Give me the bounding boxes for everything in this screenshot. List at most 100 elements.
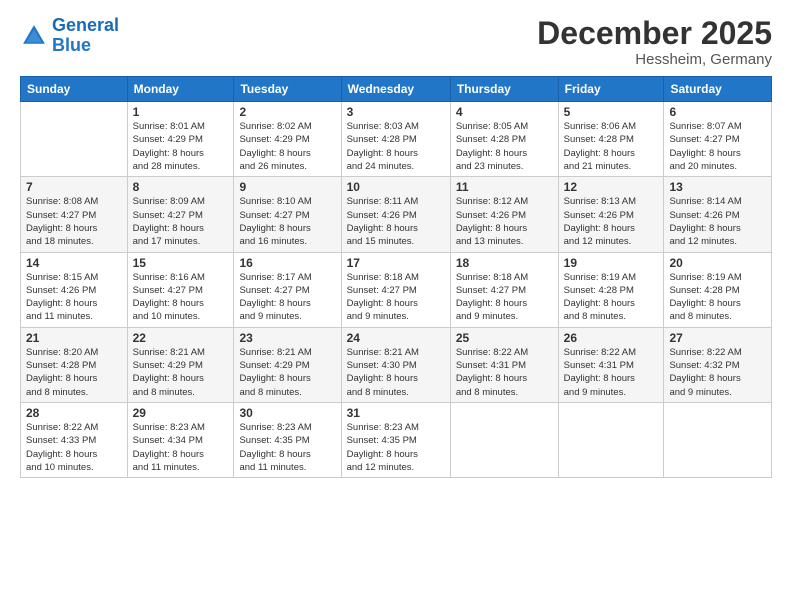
calendar-cell: 28Sunrise: 8:22 AM Sunset: 4:33 PM Dayli… [21, 402, 128, 477]
calendar-cell: 30Sunrise: 8:23 AM Sunset: 4:35 PM Dayli… [234, 402, 341, 477]
day-info: Sunrise: 8:18 AM Sunset: 4:27 PM Dayligh… [456, 271, 553, 324]
calendar-cell: 4Sunrise: 8:05 AM Sunset: 4:28 PM Daylig… [450, 102, 558, 177]
title-block: December 2025 Hessheim, Germany [537, 16, 772, 68]
day-info: Sunrise: 8:21 AM Sunset: 4:30 PM Dayligh… [347, 346, 445, 399]
day-info: Sunrise: 8:03 AM Sunset: 4:28 PM Dayligh… [347, 120, 445, 173]
page: General Blue December 2025 Hessheim, Ger… [0, 0, 792, 612]
logo-icon [20, 22, 48, 50]
day-number: 26 [564, 331, 659, 345]
calendar-week-4: 28Sunrise: 8:22 AM Sunset: 4:33 PM Dayli… [21, 402, 772, 477]
calendar-cell: 15Sunrise: 8:16 AM Sunset: 4:27 PM Dayli… [127, 252, 234, 327]
day-number: 30 [239, 406, 335, 420]
calendar-title: December 2025 [537, 16, 772, 51]
header-friday: Friday [558, 77, 664, 102]
calendar-cell: 14Sunrise: 8:15 AM Sunset: 4:26 PM Dayli… [21, 252, 128, 327]
day-number: 25 [456, 331, 553, 345]
calendar-cell [450, 402, 558, 477]
day-number: 1 [133, 105, 229, 119]
logo-text: General Blue [52, 16, 119, 56]
day-number: 3 [347, 105, 445, 119]
calendar-cell: 7Sunrise: 8:08 AM Sunset: 4:27 PM Daylig… [21, 177, 128, 252]
day-info: Sunrise: 8:21 AM Sunset: 4:29 PM Dayligh… [239, 346, 335, 399]
day-info: Sunrise: 8:08 AM Sunset: 4:27 PM Dayligh… [26, 195, 122, 248]
day-info: Sunrise: 8:22 AM Sunset: 4:31 PM Dayligh… [456, 346, 553, 399]
day-info: Sunrise: 8:05 AM Sunset: 4:28 PM Dayligh… [456, 120, 553, 173]
day-number: 19 [564, 256, 659, 270]
day-number: 13 [669, 180, 766, 194]
calendar-week-2: 14Sunrise: 8:15 AM Sunset: 4:26 PM Dayli… [21, 252, 772, 327]
calendar-cell [21, 102, 128, 177]
day-info: Sunrise: 8:15 AM Sunset: 4:26 PM Dayligh… [26, 271, 122, 324]
day-number: 9 [239, 180, 335, 194]
calendar-cell [664, 402, 772, 477]
calendar-week-3: 21Sunrise: 8:20 AM Sunset: 4:28 PM Dayli… [21, 327, 772, 402]
day-info: Sunrise: 8:02 AM Sunset: 4:29 PM Dayligh… [239, 120, 335, 173]
day-info: Sunrise: 8:20 AM Sunset: 4:28 PM Dayligh… [26, 346, 122, 399]
calendar-cell: 19Sunrise: 8:19 AM Sunset: 4:28 PM Dayli… [558, 252, 664, 327]
calendar-header-row: Sunday Monday Tuesday Wednesday Thursday… [21, 77, 772, 102]
calendar-cell: 5Sunrise: 8:06 AM Sunset: 4:28 PM Daylig… [558, 102, 664, 177]
day-number: 16 [239, 256, 335, 270]
day-number: 24 [347, 331, 445, 345]
logo-line1: General [52, 15, 119, 35]
calendar-cell: 18Sunrise: 8:18 AM Sunset: 4:27 PM Dayli… [450, 252, 558, 327]
day-info: Sunrise: 8:07 AM Sunset: 4:27 PM Dayligh… [669, 120, 766, 173]
day-number: 21 [26, 331, 122, 345]
day-number: 18 [456, 256, 553, 270]
day-number: 31 [347, 406, 445, 420]
calendar-cell: 6Sunrise: 8:07 AM Sunset: 4:27 PM Daylig… [664, 102, 772, 177]
day-number: 14 [26, 256, 122, 270]
calendar-cell: 17Sunrise: 8:18 AM Sunset: 4:27 PM Dayli… [341, 252, 450, 327]
calendar-cell: 29Sunrise: 8:23 AM Sunset: 4:34 PM Dayli… [127, 402, 234, 477]
calendar-cell: 13Sunrise: 8:14 AM Sunset: 4:26 PM Dayli… [664, 177, 772, 252]
calendar-cell: 10Sunrise: 8:11 AM Sunset: 4:26 PM Dayli… [341, 177, 450, 252]
day-info: Sunrise: 8:16 AM Sunset: 4:27 PM Dayligh… [133, 271, 229, 324]
logo: General Blue [20, 16, 119, 56]
header-wednesday: Wednesday [341, 77, 450, 102]
calendar-cell: 27Sunrise: 8:22 AM Sunset: 4:32 PM Dayli… [664, 327, 772, 402]
calendar-week-1: 7Sunrise: 8:08 AM Sunset: 4:27 PM Daylig… [21, 177, 772, 252]
day-info: Sunrise: 8:22 AM Sunset: 4:33 PM Dayligh… [26, 421, 122, 474]
day-number: 29 [133, 406, 229, 420]
calendar-cell: 2Sunrise: 8:02 AM Sunset: 4:29 PM Daylig… [234, 102, 341, 177]
day-number: 27 [669, 331, 766, 345]
day-info: Sunrise: 8:06 AM Sunset: 4:28 PM Dayligh… [564, 120, 659, 173]
day-number: 8 [133, 180, 229, 194]
calendar-cell: 20Sunrise: 8:19 AM Sunset: 4:28 PM Dayli… [664, 252, 772, 327]
calendar-table: Sunday Monday Tuesday Wednesday Thursday… [20, 76, 772, 478]
day-number: 7 [26, 180, 122, 194]
day-info: Sunrise: 8:23 AM Sunset: 4:34 PM Dayligh… [133, 421, 229, 474]
calendar-cell: 16Sunrise: 8:17 AM Sunset: 4:27 PM Dayli… [234, 252, 341, 327]
day-info: Sunrise: 8:18 AM Sunset: 4:27 PM Dayligh… [347, 271, 445, 324]
day-number: 20 [669, 256, 766, 270]
day-number: 4 [456, 105, 553, 119]
calendar-cell: 9Sunrise: 8:10 AM Sunset: 4:27 PM Daylig… [234, 177, 341, 252]
calendar-cell: 22Sunrise: 8:21 AM Sunset: 4:29 PM Dayli… [127, 327, 234, 402]
calendar-cell: 24Sunrise: 8:21 AM Sunset: 4:30 PM Dayli… [341, 327, 450, 402]
calendar-cell: 25Sunrise: 8:22 AM Sunset: 4:31 PM Dayli… [450, 327, 558, 402]
day-number: 28 [26, 406, 122, 420]
day-info: Sunrise: 8:12 AM Sunset: 4:26 PM Dayligh… [456, 195, 553, 248]
day-info: Sunrise: 8:21 AM Sunset: 4:29 PM Dayligh… [133, 346, 229, 399]
calendar-cell: 12Sunrise: 8:13 AM Sunset: 4:26 PM Dayli… [558, 177, 664, 252]
day-info: Sunrise: 8:22 AM Sunset: 4:32 PM Dayligh… [669, 346, 766, 399]
day-info: Sunrise: 8:14 AM Sunset: 4:26 PM Dayligh… [669, 195, 766, 248]
day-info: Sunrise: 8:19 AM Sunset: 4:28 PM Dayligh… [564, 271, 659, 324]
day-number: 15 [133, 256, 229, 270]
calendar-cell: 11Sunrise: 8:12 AM Sunset: 4:26 PM Dayli… [450, 177, 558, 252]
header: General Blue December 2025 Hessheim, Ger… [20, 16, 772, 68]
day-info: Sunrise: 8:11 AM Sunset: 4:26 PM Dayligh… [347, 195, 445, 248]
calendar-cell: 26Sunrise: 8:22 AM Sunset: 4:31 PM Dayli… [558, 327, 664, 402]
day-number: 10 [347, 180, 445, 194]
header-sunday: Sunday [21, 77, 128, 102]
calendar-cell: 23Sunrise: 8:21 AM Sunset: 4:29 PM Dayli… [234, 327, 341, 402]
day-info: Sunrise: 8:09 AM Sunset: 4:27 PM Dayligh… [133, 195, 229, 248]
day-number: 23 [239, 331, 335, 345]
day-number: 12 [564, 180, 659, 194]
day-number: 2 [239, 105, 335, 119]
day-number: 22 [133, 331, 229, 345]
day-number: 11 [456, 180, 553, 194]
day-info: Sunrise: 8:10 AM Sunset: 4:27 PM Dayligh… [239, 195, 335, 248]
header-thursday: Thursday [450, 77, 558, 102]
day-number: 17 [347, 256, 445, 270]
